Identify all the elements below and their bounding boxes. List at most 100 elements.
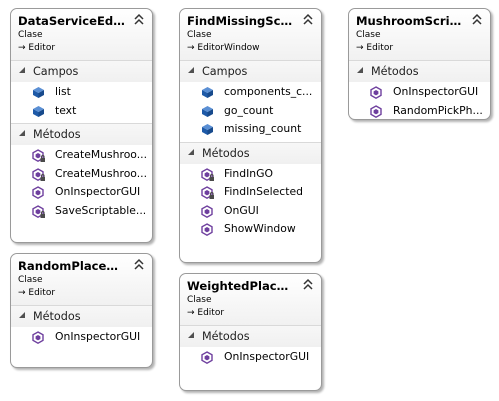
method-item[interactable]: OnInspectorGUI	[11, 183, 152, 202]
private-method-icon	[32, 149, 45, 163]
methods-list: OnInspectorGUI RandomPickPh...	[349, 82, 490, 123]
fields-list: list text	[11, 82, 152, 123]
class-stereotype: Clase	[187, 295, 212, 305]
methods-section-header[interactable]: Métodos	[11, 305, 152, 327]
methods-section-header[interactable]: Métodos	[180, 325, 321, 347]
base-class: → Editor	[18, 288, 56, 298]
section-label: Métodos	[202, 146, 250, 160]
method-name: ShowWindow	[224, 222, 296, 235]
base-class-name: Editor	[28, 288, 56, 298]
field-icon	[33, 87, 44, 98]
class-stereotype: Clase	[187, 30, 212, 40]
field-item[interactable]: missing_count	[180, 120, 321, 139]
field-name: components_c...	[224, 85, 313, 98]
section-label: Métodos	[33, 128, 81, 141]
class-title: MushroomScrip...	[356, 14, 464, 28]
method-item[interactable]: CreateMushroo...	[11, 165, 152, 184]
method-icon	[370, 104, 382, 118]
class-header: FindMissingScri... Clase → EditorWindow	[180, 9, 321, 60]
method-item[interactable]: OnInspectorGUI	[11, 328, 152, 347]
base-class: → EditorWindow	[187, 43, 260, 53]
private-field-icon	[202, 105, 213, 117]
base-class: → Editor	[356, 43, 394, 53]
base-class-name: Editor	[28, 43, 56, 53]
section-label: Métodos	[33, 310, 81, 323]
method-item[interactable]: OnInspectorGUI	[180, 348, 321, 367]
field-item[interactable]: go_count	[180, 102, 321, 121]
methods-list: FindInGO FindInSelected OnGUI ShowWindow	[180, 164, 321, 242]
expand-triangle-icon[interactable]	[19, 130, 25, 136]
method-icon	[201, 223, 213, 237]
class-header: WeightedPlace... Clase → Editor	[180, 274, 321, 325]
expand-triangle-icon[interactable]	[19, 67, 25, 73]
fields-list: components_c... go_count missing_count	[180, 82, 321, 142]
methods-section-header[interactable]: Métodos	[349, 60, 490, 82]
method-name: OnInspectorGUI	[55, 185, 141, 198]
private-method-icon	[32, 204, 45, 218]
expand-triangle-icon[interactable]	[188, 148, 194, 155]
class-box-find-missing-scripts[interactable]: FindMissingScri... Clase → EditorWindow …	[179, 8, 322, 263]
class-header: DataServiceEditor Clase → Editor	[11, 9, 152, 60]
expand-triangle-icon[interactable]	[188, 332, 194, 338]
method-name: RandomPickPh...	[393, 103, 483, 117]
collapse-chevron-icon[interactable]	[302, 278, 314, 292]
field-item[interactable]: text	[11, 102, 152, 121]
field-icon	[33, 105, 44, 117]
private-method-icon	[201, 167, 214, 181]
method-item[interactable]: SaveScriptable...	[11, 202, 152, 221]
class-stereotype: Clase	[18, 30, 43, 40]
method-name: CreateMushroo...	[55, 148, 148, 161]
field-name: missing_count	[224, 122, 302, 135]
method-icon	[201, 204, 213, 218]
private-method-icon	[32, 167, 45, 181]
method-name: OnGUI	[224, 203, 259, 217]
expand-triangle-icon[interactable]	[188, 67, 194, 73]
class-box-random-placement[interactable]: RandomPlacem... Clase → Editor Métodos O…	[10, 253, 153, 368]
section-label: Métodos	[371, 65, 419, 78]
private-field-icon	[202, 124, 213, 135]
expand-triangle-icon[interactable]	[357, 67, 363, 73]
methods-list: OnInspectorGUI	[180, 347, 321, 370]
method-item[interactable]: FindInGO	[180, 165, 321, 184]
field-item[interactable]: list	[11, 83, 152, 102]
class-header: MushroomScrip... Clase → Editor	[349, 9, 490, 60]
fields-section-header[interactable]: Campos	[11, 60, 152, 82]
method-name: FindInSelected	[224, 185, 303, 198]
class-box-data-service-editor[interactable]: DataServiceEditor Clase → Editor Campos …	[10, 8, 153, 243]
class-title: FindMissingScri...	[187, 14, 295, 28]
method-item[interactable]: ShowWindow	[180, 220, 321, 239]
method-item[interactable]: CreateMushroo...	[11, 146, 152, 165]
method-icon	[370, 86, 382, 100]
methods-section-header[interactable]: Métodos	[180, 141, 321, 164]
field-item[interactable]: components_c...	[180, 83, 321, 102]
method-item[interactable]: OnInspectorGUI	[349, 83, 490, 102]
collapse-chevron-icon[interactable]	[133, 258, 145, 272]
class-title: DataServiceEditor	[18, 14, 126, 28]
base-class-name: EditorWindow	[197, 43, 260, 53]
methods-list: OnInspectorGUI	[11, 327, 152, 350]
method-item[interactable]: OnGUI	[180, 202, 321, 221]
collapse-chevron-icon[interactable]	[471, 13, 483, 27]
methods-section-header[interactable]: Métodos	[11, 123, 152, 145]
class-box-weighted-placement[interactable]: WeightedPlace... Clase → Editor Métodos …	[179, 273, 322, 391]
field-name: text	[55, 103, 77, 117]
class-box-mushroom-script[interactable]: MushroomScrip... Clase → Editor Métodos …	[348, 8, 491, 120]
class-stereotype: Clase	[18, 275, 43, 285]
method-item[interactable]: RandomPickPh...	[349, 102, 490, 121]
fields-section-header[interactable]: Campos	[180, 60, 321, 82]
method-item[interactable]: FindInSelected	[180, 183, 321, 202]
method-icon	[32, 331, 44, 345]
method-icon	[32, 186, 44, 200]
field-name: list	[55, 85, 71, 98]
class-header: RandomPlacem... Clase → Editor	[11, 254, 152, 305]
base-class-name: Editor	[197, 308, 225, 318]
section-label: Métodos	[202, 330, 250, 343]
method-name: OnInspectorGUI	[55, 330, 141, 343]
expand-triangle-icon[interactable]	[19, 312, 25, 318]
collapse-chevron-icon[interactable]	[302, 13, 314, 27]
base-class-name: Editor	[366, 43, 394, 53]
field-name: go_count	[224, 103, 274, 117]
class-title: RandomPlacem...	[18, 259, 126, 273]
class-stereotype: Clase	[356, 30, 381, 40]
collapse-chevron-icon[interactable]	[133, 13, 145, 27]
